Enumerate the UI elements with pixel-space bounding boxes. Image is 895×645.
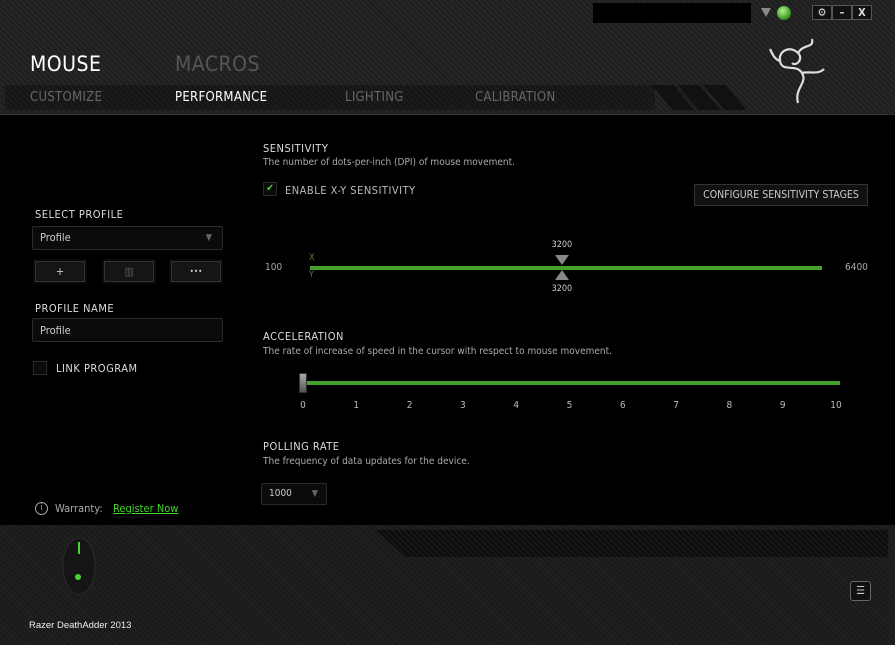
mouse-device-image xyxy=(62,537,96,595)
minimize-button[interactable]: – xyxy=(832,5,852,20)
acceleration-tick-label: 9 xyxy=(779,400,786,411)
chevron-down-icon: ▼ xyxy=(311,489,318,499)
profile-name-input[interactable] xyxy=(32,318,223,342)
settings-button[interactable]: ⚙ xyxy=(812,5,832,20)
warranty-label: Warranty: xyxy=(55,502,103,515)
profile-select-value: Profile xyxy=(40,231,71,244)
acceleration-tick-label: 7 xyxy=(673,400,679,411)
acceleration-slider-track[interactable] xyxy=(303,381,840,385)
delete-profile-button[interactable]: ▥ xyxy=(104,261,154,282)
subtab-lighting[interactable]: LIGHTING xyxy=(345,90,404,105)
chevron-down-icon: ▼ xyxy=(205,233,212,243)
acceleration-tick-label: 3 xyxy=(460,400,466,411)
acceleration-tick-label: 10 xyxy=(830,400,842,411)
tab-mouse[interactable]: MOUSE xyxy=(30,52,101,76)
acceleration-tick-label: 8 xyxy=(726,400,733,411)
polling-rate-value: 1000 xyxy=(269,488,292,499)
x-axis-label: X xyxy=(309,253,315,263)
acceleration-tick-label: 4 xyxy=(513,400,520,411)
subtab-customize[interactable]: CUSTOMIZE xyxy=(30,90,102,105)
close-button[interactable]: X xyxy=(852,5,872,20)
status-indicator-icon[interactable] xyxy=(777,6,791,20)
dropdown-arrow-icon[interactable] xyxy=(761,8,771,17)
enable-xy-label: ENABLE X-Y SENSITIVITY xyxy=(285,184,416,197)
y-sensitivity-value: 3200 xyxy=(551,284,573,294)
x-sensitivity-value: 3200 xyxy=(551,240,573,250)
y-sensitivity-thumb[interactable] xyxy=(554,270,569,280)
link-program-checkbox[interactable] xyxy=(33,361,47,375)
subtab-calibration[interactable]: CALIBRATION xyxy=(475,90,556,105)
sensitivity-min: 100 xyxy=(265,262,283,273)
acceleration-tick-label: 0 xyxy=(300,400,306,411)
footer-divider xyxy=(375,530,888,557)
tab-macros[interactable]: MACROS xyxy=(175,52,260,76)
profile-name-label: PROFILE NAME xyxy=(35,302,115,315)
add-profile-button[interactable]: + xyxy=(35,261,85,282)
subtab-bar xyxy=(5,85,655,110)
polling-rate-select[interactable]: 1000 ▼ xyxy=(261,483,327,505)
select-profile-label: SELECT PROFILE xyxy=(35,208,124,221)
sensitivity-desc: The number of dots-per-inch (DPI) of mou… xyxy=(263,157,515,168)
acceleration-tick-label: 5 xyxy=(566,400,573,411)
razer-logo xyxy=(769,38,825,104)
polling-rate-desc: The frequency of data updates for the de… xyxy=(263,456,470,467)
device-name: Razer DeathAdder 2013 xyxy=(29,620,132,631)
subtab-performance[interactable]: PERFORMANCE xyxy=(175,90,267,105)
menu-button[interactable]: ☰ xyxy=(850,581,871,601)
sensitivity-title: SENSITIVITY xyxy=(263,142,329,155)
acceleration-tick-label: 2 xyxy=(406,400,413,411)
acceleration-title: ACCELERATION xyxy=(263,330,344,343)
enable-xy-checkbox[interactable]: ✔ xyxy=(263,182,277,196)
sensitivity-max: 6400 xyxy=(845,262,868,273)
acceleration-tick-label: 1 xyxy=(353,400,360,411)
acceleration-tick-label: 6 xyxy=(619,400,626,411)
link-program-label: LINK PROGRAM xyxy=(56,362,138,375)
top-search-box xyxy=(593,3,751,23)
acceleration-desc: The rate of increase of speed in the cur… xyxy=(263,346,613,357)
register-now-link[interactable]: Register Now xyxy=(113,502,178,515)
y-axis-label: Y xyxy=(309,270,314,280)
x-sensitivity-thumb[interactable] xyxy=(554,255,569,265)
acceleration-thumb[interactable] xyxy=(299,373,307,393)
profile-select[interactable]: Profile ▼ xyxy=(32,226,223,250)
configure-sensitivity-stages-button[interactable]: CONFIGURE SENSITIVITY STAGES xyxy=(694,184,868,206)
polling-rate-title: POLLING RATE xyxy=(263,440,340,453)
more-options-button[interactable]: ••• xyxy=(171,261,221,282)
info-icon: i xyxy=(35,502,48,515)
